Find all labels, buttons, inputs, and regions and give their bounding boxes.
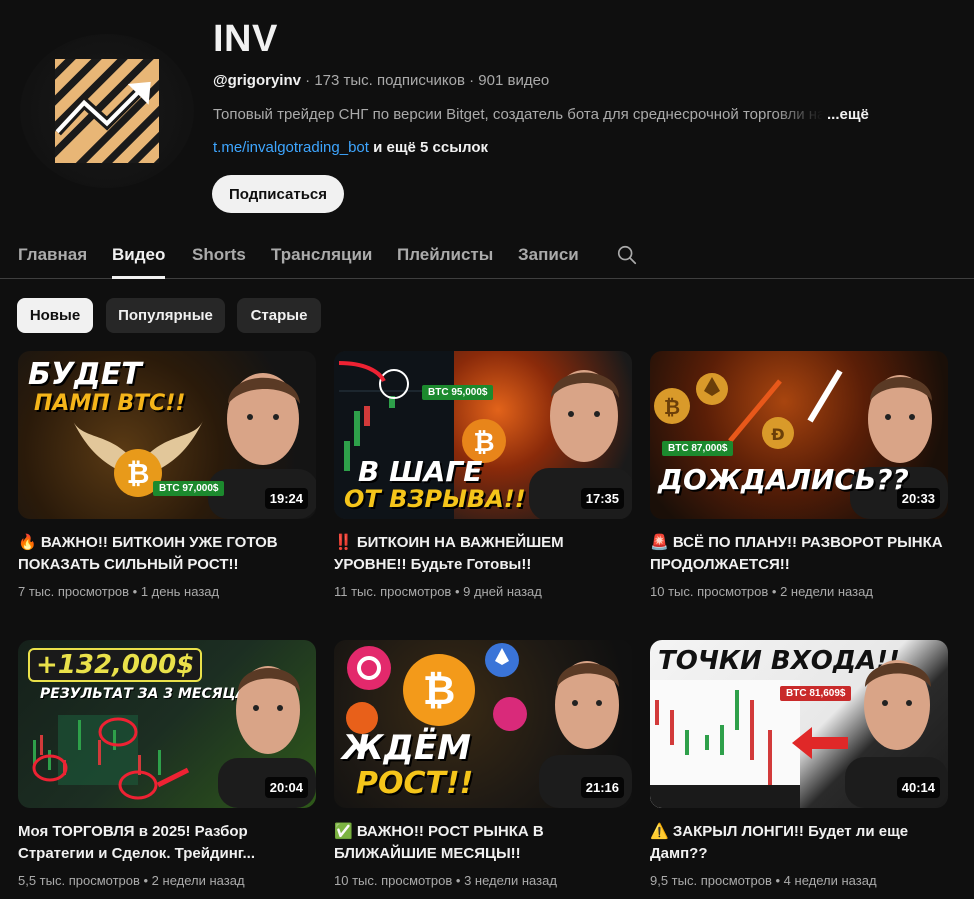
description-text: Топовый трейдер СНГ по версии Bitget, со… — [213, 106, 823, 123]
video-thumbnail[interactable]: ₿ БУДЕТ ПАМП BTC!! BTC 97,000$ 19:24 — [18, 351, 316, 519]
price-tag: BTC 95,000$ — [422, 385, 494, 400]
video-thumbnail[interactable]: ₿ ЖДЁМ РОСТ!! 21:16 — [334, 640, 632, 808]
channel-handle: @grigoryinv — [213, 72, 301, 89]
video-duration: 21:16 — [580, 777, 624, 798]
svg-text:₿: ₿ — [423, 668, 456, 714]
thumbnail-subheadline: ПАМП BTC!! — [34, 391, 186, 416]
active-tab-indicator — [112, 276, 165, 279]
chip-newest[interactable]: Новые — [17, 298, 93, 333]
video-thumbnail[interactable]: +132,000$ РЕЗУЛЬТАТ ЗА 3 МЕСЯЦА! 20:04 — [18, 640, 316, 808]
video-stats: 7 тыс. просмотров • 1 день назад — [18, 584, 220, 599]
video-card[interactable]: +132,000$ РЕЗУЛЬТАТ ЗА 3 МЕСЯЦА! 20:04 М… — [18, 640, 316, 888]
thumbnail-headline: ЖДЁМ — [342, 728, 471, 768]
thumbnail-subheadline: РОСТ!! — [356, 766, 474, 801]
thumbnail-headline: В ШАГЕ — [358, 455, 483, 488]
winged-bitcoin-icon: ₿ — [73, 421, 203, 497]
video-stats: 10 тыс. просмотров • 2 недели назад — [650, 584, 873, 599]
arrow-icon — [792, 727, 848, 759]
search-icon[interactable] — [616, 244, 638, 266]
video-title[interactable]: ✅ ВАЖНО!! РОСТ РЫНКА В БЛИЖАЙШИЕ МЕСЯЦЫ!… — [334, 821, 632, 865]
video-thumbnail[interactable]: ₿ Ð BTC 87,000$ ДОЖДАЛИСЬ?? 20:33 — [650, 351, 948, 519]
video-duration: 40:14 — [896, 777, 940, 798]
video-thumbnail[interactable]: ТОЧКИ ВХОДА!! BTC 81,609$ 40:14 — [650, 640, 948, 808]
svg-text:₿: ₿ — [664, 395, 680, 419]
video-card[interactable]: ₿ BTC 95,000$ В ШАГЕ ОТ ВЗРЫВА!! 17:35 ‼… — [334, 351, 632, 599]
video-card[interactable]: ₿ Ð BTC 87,000$ ДОЖДАЛИСЬ?? 20:33 🚨 ВСЁ … — [650, 351, 948, 599]
tab-posts[interactable]: Записи — [518, 245, 579, 265]
price-tag: BTC 81,609$ — [780, 686, 852, 701]
svg-text:₿: ₿ — [473, 428, 494, 458]
thumbnail-headline: БУДЕТ — [28, 357, 142, 392]
channel-stats: · 173 тыс. подписчиков · 901 видео — [300, 72, 550, 89]
price-tag: BTC 97,000$ — [153, 481, 225, 496]
svg-text:₿: ₿ — [127, 457, 150, 490]
tab-live[interactable]: Трансляции — [271, 245, 372, 265]
channel-avatar — [20, 34, 194, 188]
channel-tabs: Главная Видео Shorts Трансляции Плейлист… — [0, 234, 974, 279]
video-card[interactable]: ТОЧКИ ВХОДА!! BTC 81,609$ 40:14 ⚠️ ЗАКРЫ… — [650, 640, 948, 888]
video-duration: 20:04 — [264, 777, 308, 798]
channel-links: t.me/invalgotrading_bot и ещё 5 ссылок — [213, 139, 488, 156]
video-duration: 17:35 — [580, 488, 624, 509]
thumbnail-headline: ДОЖДАЛИСЬ?? — [658, 463, 909, 496]
video-title[interactable]: ‼️ БИТКОИН НА ВАЖНЕЙШЕМ УРОВНЕ!! Будьте … — [334, 532, 632, 576]
video-stats: 5,5 тыс. просмотров • 2 недели назад — [18, 873, 245, 888]
video-stats: 9,5 тыс. просмотров • 4 недели назад — [650, 873, 877, 888]
video-title[interactable]: 🔥 ВАЖНО!! БИТКОИН УЖЕ ГОТОВ ПОКАЗАТЬ СИЛ… — [18, 532, 316, 576]
channel-name: INV — [213, 18, 278, 60]
video-title[interactable]: ⚠️ ЗАКРЫЛ ЛОНГИ!! Будет ли еще Дамп?? — [650, 821, 948, 865]
video-card[interactable]: ₿ БУДЕТ ПАМП BTC!! BTC 97,000$ 19:24 🔥 В… — [18, 351, 316, 599]
chip-popular[interactable]: Популярные — [106, 298, 225, 333]
video-thumbnail[interactable]: ₿ BTC 95,000$ В ШАГЕ ОТ ВЗРЫВА!! 17:35 — [334, 351, 632, 519]
tab-shorts[interactable]: Shorts — [192, 245, 246, 265]
more-links-button[interactable]: и ещё 5 ссылок — [369, 139, 488, 156]
tab-playlists[interactable]: Плейлисты — [397, 245, 493, 265]
thumbnail-headline: +132,000$ — [28, 648, 203, 682]
video-card[interactable]: ₿ ЖДЁМ РОСТ!! 21:16 ✅ ВАЖНО!! РОСТ РЫНКА… — [334, 640, 632, 888]
video-stats: 10 тыс. просмотров • 3 недели назад — [334, 873, 557, 888]
video-title[interactable]: Моя ТОРГОВЛЯ в 2025! Разбор Стратегии и … — [18, 821, 316, 865]
tab-videos[interactable]: Видео — [112, 245, 165, 265]
chip-oldest[interactable]: Старые — [237, 298, 321, 333]
video-duration: 20:33 — [896, 488, 940, 509]
thumbnail-subheadline: ОТ ВЗРЫВА!! — [344, 485, 526, 513]
subscribe-button[interactable]: Подписаться — [212, 175, 344, 213]
channel-logo — [55, 59, 159, 163]
video-stats: 11 тыс. просмотров • 9 дней назад — [334, 584, 542, 599]
candlestick-chart-icon — [650, 680, 800, 808]
channel-link[interactable]: t.me/invalgotrading_bot — [213, 139, 369, 156]
svg-text:Ð: Ð — [771, 425, 784, 444]
price-tag: BTC 87,000$ — [662, 441, 734, 456]
tab-home[interactable]: Главная — [18, 245, 87, 265]
video-title[interactable]: 🚨 ВСЁ ПО ПЛАНУ!! РАЗВОРОТ РЫНКА ПРОДОЛЖА… — [650, 532, 948, 576]
video-duration: 19:24 — [264, 488, 308, 509]
description-more-link[interactable]: ...ещё — [827, 106, 869, 123]
crypto-coins-icon: ₿ Ð — [654, 369, 843, 449]
channel-description[interactable]: Топовый трейдер СНГ по версии Bitget, со… — [213, 106, 913, 123]
channel-meta: @grigoryinv · 173 тыс. подписчиков · 901… — [213, 72, 549, 89]
